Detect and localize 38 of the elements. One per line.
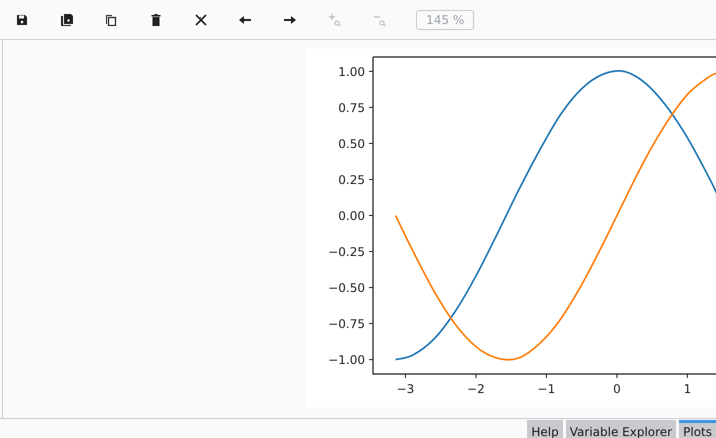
x-tick-label: 0 xyxy=(613,382,621,396)
tick-mark xyxy=(368,359,374,360)
y-tick-label: 1.00 xyxy=(338,64,365,79)
x-tick-label: −1 xyxy=(538,382,556,396)
save-icon xyxy=(16,14,28,26)
tick-mark xyxy=(368,215,374,216)
y-tick-label: −0.75 xyxy=(328,317,365,332)
tick-mark xyxy=(616,374,618,378)
tick-mark xyxy=(368,178,374,180)
tick-mark xyxy=(368,323,374,324)
tick-mark xyxy=(546,374,547,378)
tick-mark xyxy=(368,106,374,108)
left-arrow-icon xyxy=(239,14,252,26)
y-tick-label: −0.25 xyxy=(328,245,365,260)
tick-mark xyxy=(368,251,374,252)
save-all-icon xyxy=(60,14,73,26)
y-tick-label: −1.00 xyxy=(328,353,365,368)
trash-icon xyxy=(150,14,162,26)
tick-mark xyxy=(404,374,406,378)
x-tick-label: −3 xyxy=(396,382,414,396)
pane-tab[interactable]: Plots xyxy=(679,420,716,438)
zoom-out-icon xyxy=(374,14,386,26)
x-tick-label: −2 xyxy=(467,382,485,396)
zoom-in-icon xyxy=(328,14,341,26)
tick-mark xyxy=(368,70,374,72)
copy-icon xyxy=(105,14,118,26)
tick-mark xyxy=(368,142,374,144)
y-tick-label: 0.00 xyxy=(338,209,365,223)
y-tick-label: −0.50 xyxy=(328,281,365,296)
cross-icon xyxy=(194,14,207,26)
tick-mark xyxy=(368,287,374,288)
y-tick-label: 0.25 xyxy=(338,172,365,187)
y-tick-label: 0.50 xyxy=(338,136,365,151)
tick-mark xyxy=(475,374,476,378)
y-tick-label: 0.75 xyxy=(338,100,365,115)
tick-mark xyxy=(686,374,688,378)
x-tick-label: 1 xyxy=(684,382,692,396)
right-arrow-icon xyxy=(284,14,296,26)
